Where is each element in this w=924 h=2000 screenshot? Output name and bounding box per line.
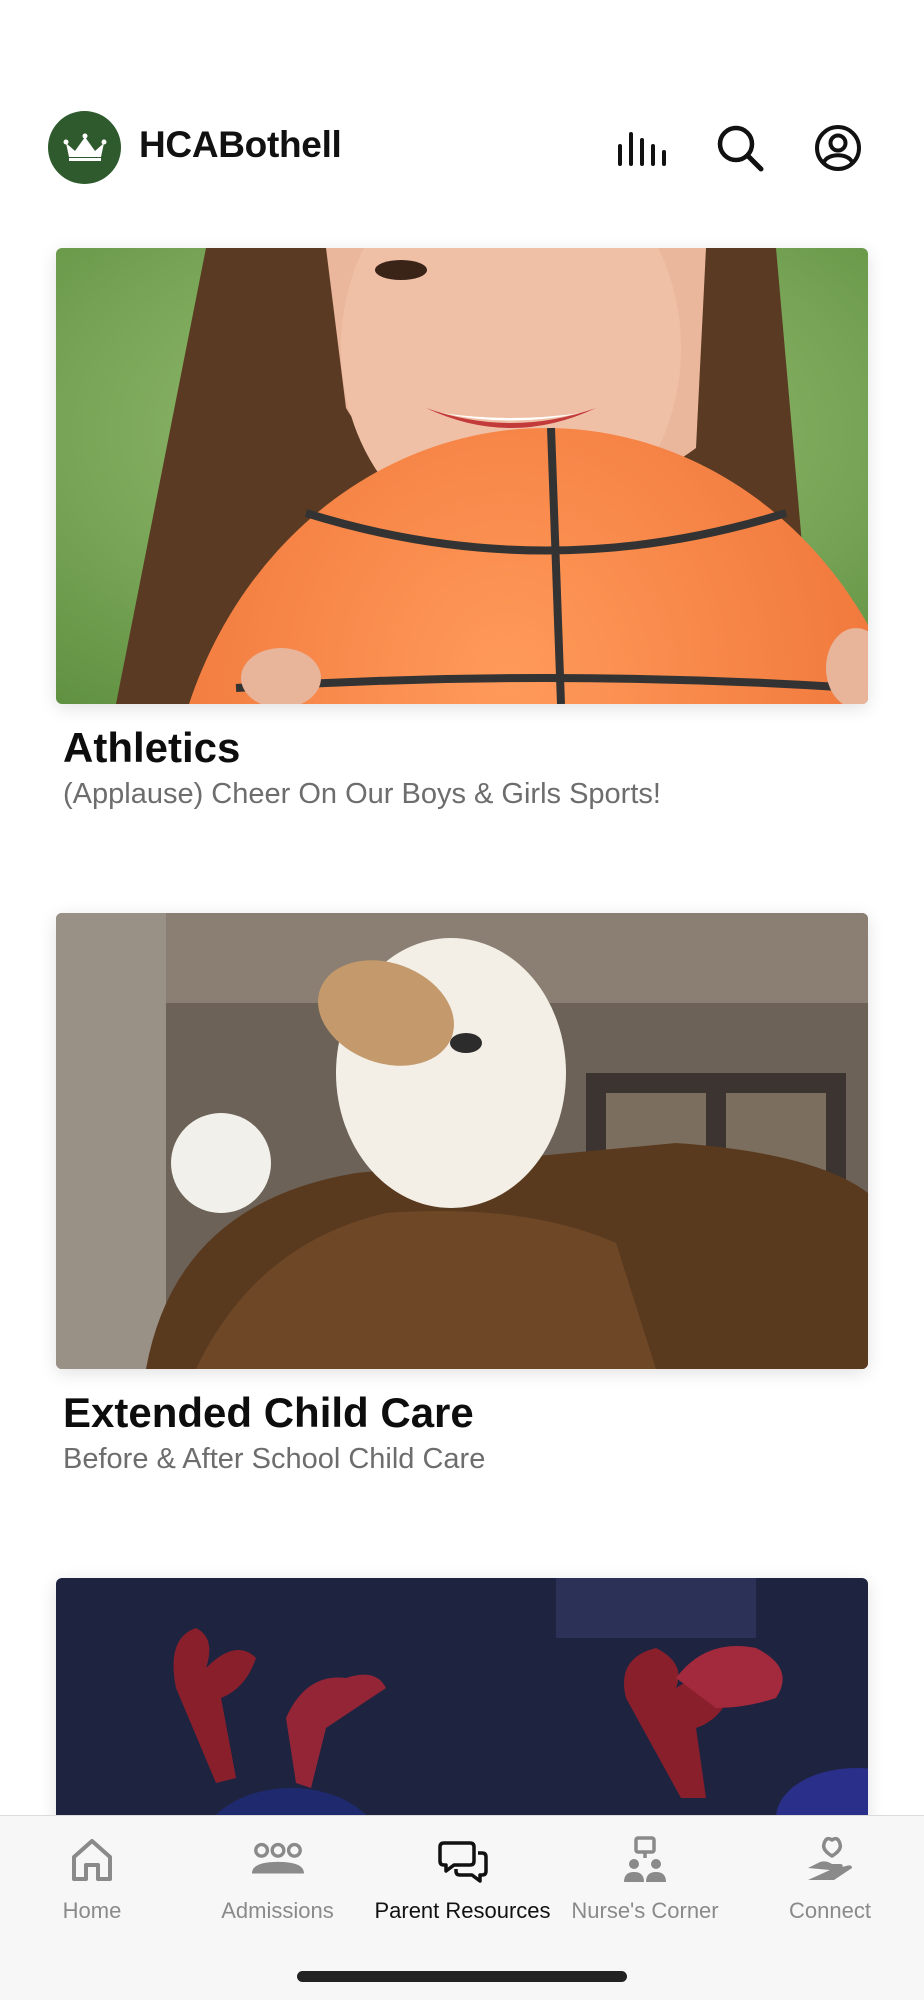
card-athletics[interactable]: Athletics (Applause) Cheer On Our Boys &… — [56, 248, 868, 812]
card-title: Extended Child Care — [63, 1389, 474, 1436]
tab-admissions[interactable]: Admissions — [205, 1816, 350, 1936]
card-third[interactable] — [56, 1578, 868, 1838]
nurse-corner-icon — [617, 1834, 673, 1886]
tab-home[interactable]: Home — [42, 1816, 142, 1936]
school-logo[interactable] — [48, 111, 121, 184]
crown-icon — [63, 133, 106, 161]
profile-icon[interactable] — [810, 120, 866, 176]
app-title: HCABothell — [139, 124, 342, 165]
eagle-mascot-photo — [56, 913, 868, 1369]
card-extended-child-care[interactable]: Extended Child Care Before & After Schoo… — [56, 913, 868, 1477]
house-icon — [64, 1834, 120, 1886]
heart-hand-icon — [802, 1834, 858, 1886]
reindeer-antlers-crowd-photo — [56, 1578, 868, 1838]
tab-label: Parent Resources — [374, 1898, 551, 1923]
home-indicator — [297, 1971, 627, 1982]
tab-label: Admissions — [221, 1898, 334, 1923]
people-group-icon — [250, 1834, 306, 1886]
tab-parent-resources[interactable]: Parent Resources — [374, 1816, 551, 1936]
tab-connect[interactable]: Connect — [780, 1816, 880, 1936]
chat-bubbles-icon — [435, 1834, 491, 1886]
tab-nurses-corner[interactable]: Nurse's Corner — [560, 1816, 730, 1936]
search-icon[interactable] — [712, 120, 768, 176]
card-title: Athletics — [63, 724, 241, 771]
tab-label: Connect — [789, 1898, 871, 1923]
app-header: HCABothell — [0, 100, 924, 196]
bar-chart-icon[interactable] — [614, 120, 670, 176]
girl-holding-basketball-photo — [56, 248, 868, 704]
card-subtitle: (Applause) Cheer On Our Boys & Girls Spo… — [63, 778, 661, 810]
tab-label: Nurse's Corner — [571, 1898, 719, 1923]
card-subtitle: Before & After School Child Care — [63, 1443, 486, 1475]
tab-label: Home — [62, 1898, 122, 1923]
